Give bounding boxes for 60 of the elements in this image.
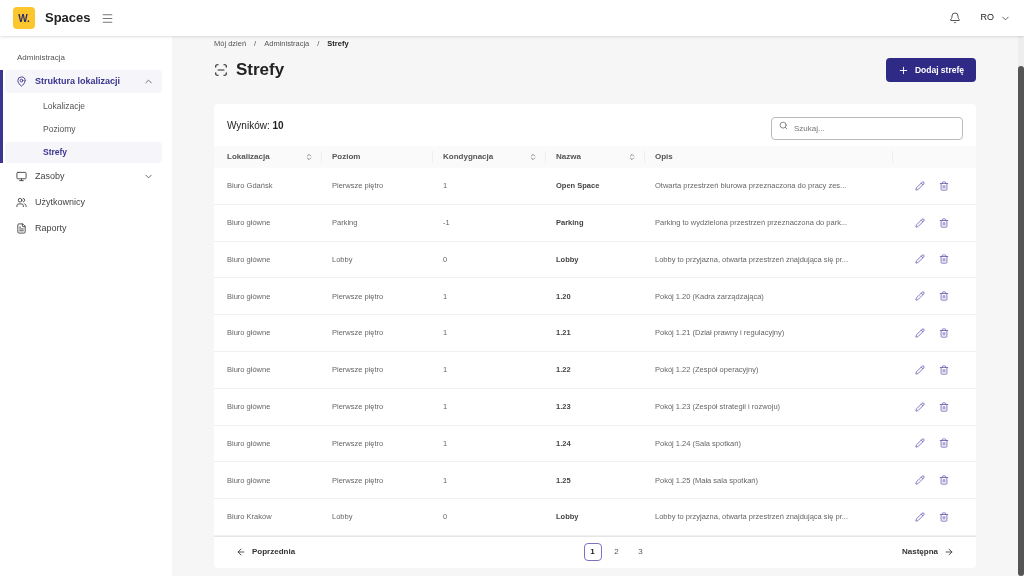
delete-icon[interactable] xyxy=(939,291,949,302)
results-count: Wyników: 10 xyxy=(227,118,284,133)
nav-subitem[interactable]: Lokalizacje xyxy=(5,96,162,117)
edit-icon[interactable] xyxy=(915,475,925,486)
edit-icon[interactable] xyxy=(915,328,925,339)
nav-item[interactable]: Raporty xyxy=(5,217,162,240)
menu-icon[interactable] xyxy=(100,11,114,25)
arrow-right-icon xyxy=(944,547,954,558)
nav-icon xyxy=(16,76,27,87)
edit-icon[interactable] xyxy=(915,438,925,449)
nav-icon xyxy=(16,223,27,234)
delete-icon[interactable] xyxy=(939,475,949,486)
edit-icon[interactable] xyxy=(915,364,925,375)
column-header[interactable]: Nazwa xyxy=(556,151,628,163)
delete-icon[interactable] xyxy=(939,254,949,265)
page-button[interactable]: 3 xyxy=(631,543,650,562)
previous-button[interactable]: Poprzednia xyxy=(236,546,296,559)
next-button[interactable]: Następna xyxy=(902,546,954,559)
edit-icon[interactable] xyxy=(915,512,925,523)
page-title: Strefy xyxy=(236,59,285,82)
edit-icon[interactable] xyxy=(915,401,925,412)
edit-icon[interactable] xyxy=(915,217,925,228)
delete-icon[interactable] xyxy=(939,180,949,191)
nav-item[interactable]: Struktura lokalizacji xyxy=(5,70,162,93)
column-header[interactable]: Kondygnacja xyxy=(443,151,529,163)
column-header: Opis xyxy=(655,151,674,163)
search-field[interactable]: Szukaj... xyxy=(771,116,963,140)
zone-icon xyxy=(214,63,228,77)
plus-icon xyxy=(897,64,909,76)
scrollbar[interactable] xyxy=(1018,36,1024,576)
nav-item[interactable]: Zasoby xyxy=(5,165,162,188)
nav-subitem[interactable]: Poziomy xyxy=(5,119,162,140)
nav-item[interactable]: Użytkownicy xyxy=(5,191,162,214)
column-header: Poziom xyxy=(332,151,362,163)
section-title: Administracja xyxy=(16,52,66,64)
sort-icon[interactable] xyxy=(305,153,313,161)
sort-icon[interactable] xyxy=(628,153,636,161)
app-name: Spaces xyxy=(45,9,91,28)
delete-icon[interactable] xyxy=(939,401,949,412)
search-icon xyxy=(779,120,788,130)
delete-icon[interactable] xyxy=(939,364,949,375)
delete-icon[interactable] xyxy=(939,438,949,449)
sort-icon[interactable] xyxy=(529,153,537,161)
delete-icon[interactable] xyxy=(939,217,949,228)
column-header[interactable]: Lokalizacja xyxy=(227,151,305,163)
delete-icon[interactable] xyxy=(939,512,949,523)
user-initials[interactable]: RO xyxy=(980,11,994,25)
page-button[interactable]: 2 xyxy=(607,543,626,562)
edit-icon[interactable] xyxy=(915,254,925,265)
nav-subitem[interactable]: Strefy xyxy=(5,142,162,163)
nav-icon xyxy=(16,197,27,208)
arrow-left-icon xyxy=(236,547,246,558)
notification-icon[interactable] xyxy=(948,12,961,24)
logo: W. xyxy=(13,7,35,29)
edit-icon[interactable] xyxy=(915,291,925,302)
edit-icon[interactable] xyxy=(915,180,925,191)
add-zone-button[interactable]: Dodaj strefę xyxy=(885,58,976,82)
delete-icon[interactable] xyxy=(939,328,949,339)
page-button[interactable]: 1 xyxy=(583,543,602,562)
nav-icon xyxy=(16,171,27,182)
